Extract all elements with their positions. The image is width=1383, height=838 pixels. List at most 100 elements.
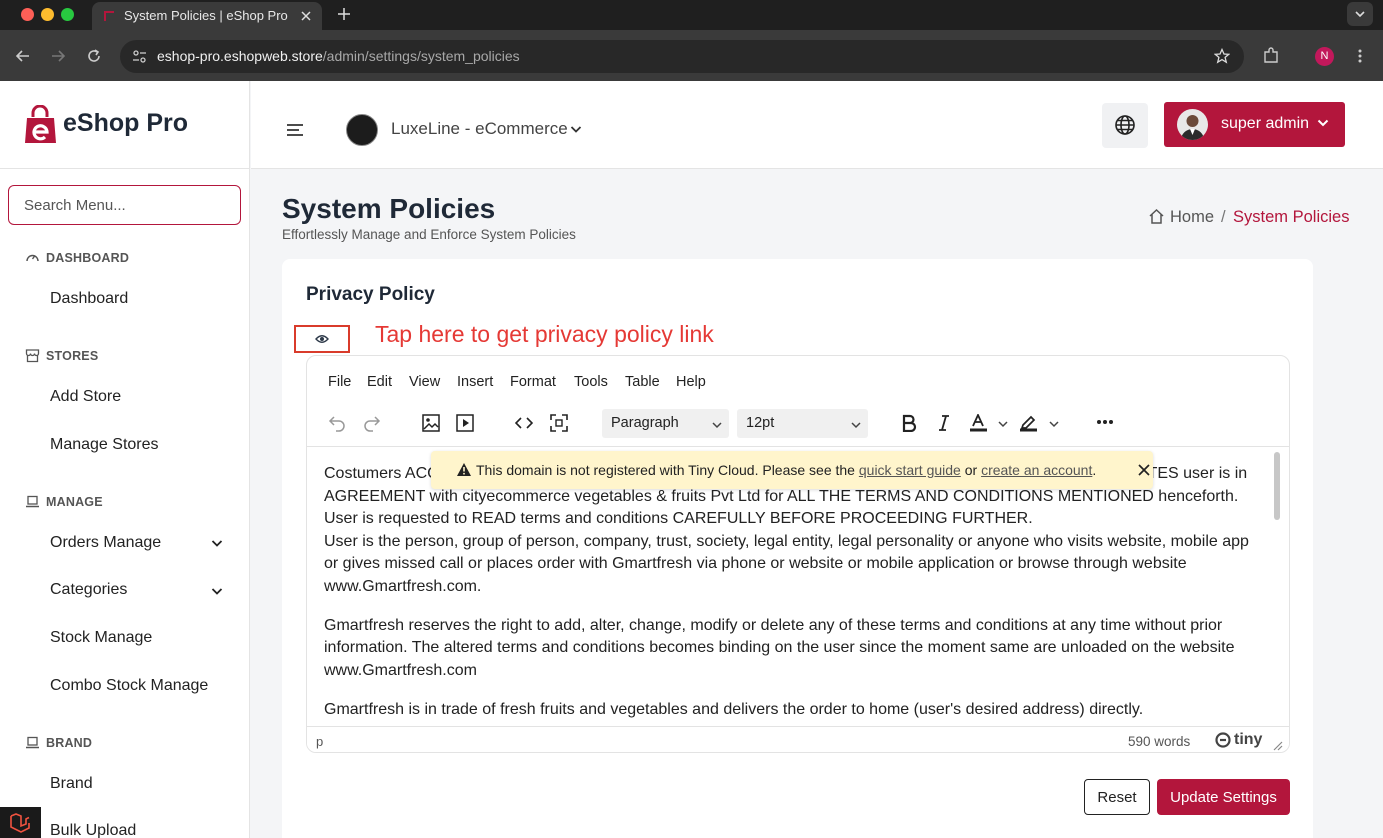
reload-icon[interactable] bbox=[86, 48, 102, 64]
editor-text: Costumers ACCESSING, BROWSING OR OTHERWI… bbox=[324, 463, 1259, 726]
chevron-down-icon[interactable] bbox=[210, 536, 224, 550]
sidebar-item-combo-stock-manage[interactable]: Combo Stock Manage bbox=[50, 677, 208, 695]
bookmark-star-icon[interactable] bbox=[1214, 48, 1230, 64]
globe-icon bbox=[1115, 115, 1135, 135]
avatar bbox=[1177, 109, 1208, 140]
forward-arrow-icon[interactable] bbox=[50, 48, 66, 64]
source-code-icon[interactable] bbox=[515, 414, 533, 432]
user-name: super admin bbox=[1221, 115, 1310, 132]
bold-icon[interactable] bbox=[900, 414, 918, 432]
fullscreen-icon[interactable] bbox=[550, 414, 568, 432]
close-icon[interactable] bbox=[1137, 463, 1151, 477]
sidebar-item-categories[interactable]: Categories bbox=[50, 581, 127, 599]
url-field[interactable]: eshop-pro.eshopweb.store/admin/settings/… bbox=[120, 40, 1244, 73]
sidebar-item-orders-manage[interactable]: Orders Manage bbox=[50, 534, 161, 552]
redo-icon[interactable] bbox=[363, 414, 381, 432]
laptop-icon bbox=[26, 736, 39, 749]
tiny-logo-icon bbox=[1215, 732, 1231, 748]
window-close-button[interactable] bbox=[21, 8, 34, 21]
text-color-icon[interactable] bbox=[969, 414, 989, 432]
font-size-select[interactable]: 12pt bbox=[737, 409, 868, 438]
chevron-down-icon bbox=[1317, 119, 1329, 127]
site-settings-icon[interactable] bbox=[132, 49, 147, 64]
store-selector[interactable]: LuxeLine - eCommerce bbox=[391, 119, 568, 139]
section-label: MANAGE bbox=[46, 495, 103, 509]
browser-address-bar: eshop-pro.eshopweb.store/admin/settings/… bbox=[0, 30, 1383, 81]
notice-text: . bbox=[1092, 462, 1097, 478]
browser-tab[interactable]: System Policies | eShop Pro bbox=[92, 2, 322, 30]
extensions-icon[interactable] bbox=[1262, 47, 1280, 65]
page-subtitle: Effortlessly Manage and Enforce System P… bbox=[282, 227, 576, 242]
back-arrow-icon[interactable] bbox=[15, 48, 31, 64]
sidebar-item-add-store[interactable]: Add Store bbox=[50, 388, 121, 406]
breadcrumb-home-link[interactable]: Home bbox=[1170, 208, 1214, 227]
chevron-down-icon[interactable] bbox=[1048, 418, 1060, 430]
editor-content[interactable]: Costumers ACCESSING, BROWSING OR OTHERWI… bbox=[307, 446, 1289, 726]
store-logo bbox=[346, 114, 378, 146]
menu-toggle-icon[interactable] bbox=[286, 123, 304, 137]
favicon-icon bbox=[104, 11, 114, 21]
chevron-down-icon[interactable] bbox=[569, 122, 583, 136]
gauge-icon bbox=[26, 254, 39, 262]
privacy-link-button[interactable] bbox=[294, 325, 350, 353]
menu-insert[interactable]: Insert bbox=[457, 374, 493, 390]
block-format-select[interactable]: Paragraph bbox=[602, 409, 729, 438]
editor-scrollbar[interactable] bbox=[1274, 452, 1280, 520]
breadcrumb: Home / System Policies bbox=[1148, 208, 1349, 228]
reset-button[interactable]: Reset bbox=[1084, 779, 1150, 815]
annotation-text: Tap here to get privacy policy link bbox=[375, 321, 714, 347]
language-button[interactable] bbox=[1102, 103, 1148, 148]
sidebar-item-brand[interactable]: Brand bbox=[50, 775, 93, 793]
menu-file[interactable]: File bbox=[328, 374, 351, 390]
menu-help[interactable]: Help bbox=[676, 374, 706, 390]
new-tab-icon[interactable] bbox=[336, 6, 352, 22]
window-maximize-button[interactable] bbox=[61, 8, 74, 21]
sidebar-item-bulk-upload[interactable]: Bulk Upload bbox=[50, 822, 136, 838]
media-icon[interactable] bbox=[456, 414, 474, 432]
chevron-down-icon bbox=[1355, 11, 1365, 18]
more-options-icon[interactable] bbox=[1096, 419, 1114, 425]
sidebar-item-stock-manage[interactable]: Stock Manage bbox=[50, 629, 152, 647]
element-path[interactable]: p bbox=[316, 734, 323, 749]
highlight-color-icon[interactable] bbox=[1019, 414, 1039, 432]
url-text: eshop-pro.eshopweb.store/admin/settings/… bbox=[157, 48, 520, 64]
chevron-down-icon[interactable] bbox=[997, 418, 1009, 430]
menu-view[interactable]: View bbox=[409, 374, 440, 390]
notice-message: This domain is not registered with Tiny … bbox=[476, 462, 1096, 478]
menu-format[interactable]: Format bbox=[510, 374, 556, 390]
store-icon bbox=[25, 349, 40, 363]
sidebar-item-dashboard[interactable]: Dashboard bbox=[50, 290, 128, 308]
editor-statusbar: p 590 words tiny bbox=[307, 726, 1289, 752]
laptop-icon bbox=[26, 495, 39, 508]
browser-menu-icon[interactable] bbox=[1352, 48, 1368, 64]
eye-icon bbox=[315, 335, 329, 343]
tab-search-button[interactable] bbox=[1347, 2, 1373, 26]
block-format-value: Paragraph bbox=[611, 415, 679, 431]
sidebar-divider bbox=[0, 168, 249, 169]
word-count[interactable]: 590 words bbox=[1128, 734, 1190, 749]
menu-tools[interactable]: Tools bbox=[574, 374, 608, 390]
search-menu-input[interactable] bbox=[8, 185, 241, 225]
sidebar-item-manage-stores[interactable]: Manage Stores bbox=[50, 436, 159, 454]
image-icon[interactable] bbox=[422, 414, 440, 432]
top-header: LuxeLine - eCommerce super admin bbox=[251, 81, 1383, 169]
create-account-link[interactable]: create an account bbox=[981, 462, 1092, 478]
section-label: BRAND bbox=[46, 736, 93, 750]
user-menu-button[interactable]: super admin bbox=[1164, 102, 1345, 147]
browser-tab-bar: System Policies | eShop Pro bbox=[0, 0, 1383, 30]
tab-close-icon[interactable] bbox=[298, 8, 314, 24]
undo-icon[interactable] bbox=[328, 414, 346, 432]
shopping-bag-logo-icon bbox=[25, 105, 56, 143]
chevron-down-icon bbox=[712, 422, 722, 429]
profile-avatar[interactable]: N bbox=[1315, 47, 1334, 66]
window-minimize-button[interactable] bbox=[41, 8, 54, 21]
laravel-debug-badge[interactable] bbox=[0, 807, 41, 838]
quick-start-guide-link[interactable]: quick start guide bbox=[859, 462, 961, 478]
chevron-down-icon[interactable] bbox=[210, 584, 224, 598]
privacy-policy-card: Privacy Policy Tap here to get privacy p… bbox=[282, 259, 1313, 838]
update-settings-button[interactable]: Update Settings bbox=[1157, 779, 1290, 815]
italic-icon[interactable] bbox=[935, 414, 953, 432]
menu-edit[interactable]: Edit bbox=[367, 374, 392, 390]
resize-handle-icon[interactable] bbox=[1273, 741, 1283, 751]
menu-table[interactable]: Table bbox=[625, 374, 660, 390]
